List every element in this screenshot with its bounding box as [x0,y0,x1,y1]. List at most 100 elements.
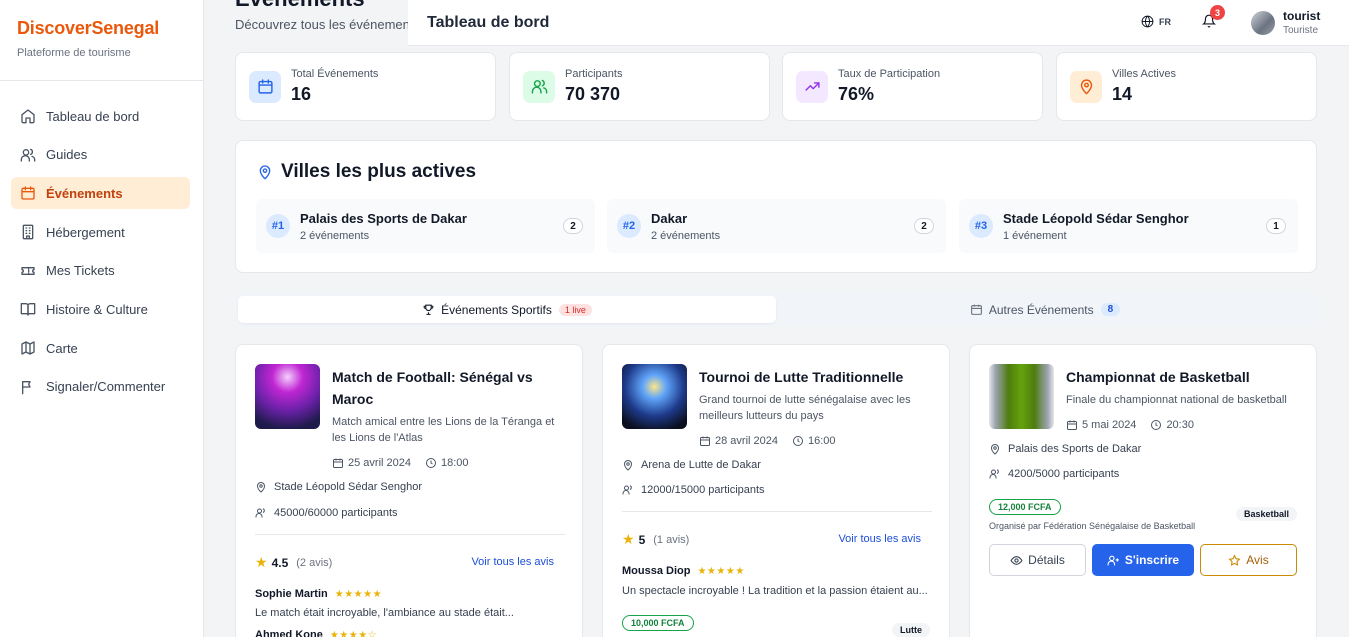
sidebar-item-label: Guides [46,147,88,163]
count-badge: 8 [1100,303,1121,316]
brand: DiscoverSenegal Plateforme de tourisme [0,0,203,81]
event-image[interactable] [622,364,687,429]
participants-text: 4200/5000 participants [1008,468,1120,480]
sidebar-item-signaler-commenter[interactable]: Signaler/Commenter [11,371,190,403]
review-stars: ★★★★★ [334,588,383,600]
trending-up-icon [804,82,820,91]
event-date: 25 avril 2024 [348,457,411,469]
event-image[interactable] [989,364,1054,429]
button-label: Avis [1246,553,1269,567]
stat-label: Taux de Participation [838,68,941,80]
map-pin-icon [256,482,266,493]
notification-badge: 3 [1210,5,1225,20]
avatar [1251,10,1275,35]
sidebar-item-tableau-de-bord[interactable]: Tableau de bord [11,100,190,132]
sidebar-item-carte[interactable]: Carte [11,332,190,364]
review-author: Moussa Diop ★★★★★ [622,565,745,577]
sidebar-item-mes-tickets[interactable]: Mes Tickets [11,255,190,287]
category-badge: Basketball [1235,507,1297,521]
review-text: Le match était incroyable, l'ambiance au… [255,607,514,619]
event-card: Championnat de Basketball Finale du cham… [969,344,1317,637]
city-item[interactable]: #2 Dakar 2 événements 2 [607,199,946,253]
price-badge: 10,000 FCFA [622,615,694,631]
user-menu[interactable]: tourist Touriste [1251,9,1320,36]
divider [622,511,932,512]
event-datetime: 25 avril 2024 18:00 [332,452,567,474]
event-card: Match de Football: Sénégal vs Maroc Matc… [235,344,583,637]
tab-label: Autres Événements [988,302,1094,317]
divider [255,534,565,535]
city-item[interactable]: #1 Palais des Sports de Dakar 2 événemen… [256,199,595,253]
stat-label: Villes Actives [1112,68,1176,80]
event-image[interactable] [255,364,320,429]
city-name: Dakar [651,210,688,226]
notifications-button[interactable]: 3 [1201,5,1225,30]
brand-title[interactable]: DiscoverSenegal [17,18,186,39]
user-role: Touriste [1283,25,1319,36]
building-icon [22,224,34,240]
button-label: S'inscrire [1124,553,1180,567]
map-pin-icon [259,165,271,180]
city-events-count: 2 événements [651,229,721,242]
calendar-icon [21,186,35,201]
see-all-reviews-link[interactable]: Voir tous les avis [471,556,554,568]
event-time: 20:30 [1166,419,1194,431]
map-pin-icon [1080,79,1092,95]
calendar-icon [333,458,343,468]
event-venue: Arena de Lutte de Dakar [622,459,761,471]
eye-icon [1010,555,1023,565]
register-button[interactable]: S'inscrire [1092,544,1194,576]
review-author-name: Moussa Diop [622,565,691,577]
top-header: Tableau de bord FR 3 tourist Touriste [408,0,1349,46]
sidebar-item-histoire-culture[interactable]: Histoire & Culture [11,293,190,325]
stat-value: 14 [1112,84,1133,104]
review-text: Un spectacle incroyable ! La tradition e… [622,585,928,597]
page-subtitle: Découvrez tous les événements [235,17,420,32]
star-icon [1228,553,1241,566]
venue-text: Palais des Sports de Dakar [1008,443,1142,455]
tab-other-events[interactable]: Autres Événements 8 [776,296,1314,323]
calendar-icon [700,436,710,446]
stat-icon-wrap [523,70,555,103]
map-icon [21,341,35,355]
sidebar-item-label: Événements [46,185,123,201]
venue-text: Arena de Lutte de Dakar [641,459,761,471]
event-datetime: 28 avril 2024 16:00 [699,430,934,452]
sidebar-item-guides[interactable]: Guides [11,139,190,171]
see-all-reviews-link[interactable]: Voir tous les avis [838,533,921,545]
event-time: 18:00 [441,457,469,469]
review-author: Sophie Martin ★★★★★ [255,588,382,600]
language-switcher[interactable]: FR [1141,15,1171,28]
event-participants: 45000/60000 participants [255,507,398,519]
page-title: Événements [235,0,365,12]
clock-icon [426,458,436,468]
details-button[interactable]: Détails [989,544,1086,576]
stat-value: 16 [291,84,312,104]
review-author: Ahmed Kone ★★★★☆ [255,629,377,637]
events-tabs: Événements Sportifs 1 live Autres Événem… [235,293,1317,326]
ticket-icon [21,266,35,275]
stat-card-participants: Participants 70 370 [509,52,770,121]
review-button[interactable]: Avis [1200,544,1297,576]
organizer-text: Organisé par Fédération Sénégalaise de B… [989,521,1196,531]
sidebar-item-evenements[interactable]: Événements [11,177,190,210]
venue-text: Stade Léopold Sédar Senghor [274,481,423,493]
event-title: Championnat de Basketball Finale du cham… [1066,366,1301,436]
stat-label: Total Événements [291,68,379,80]
review-stars: ★★★★★ [697,565,745,577]
event-time: 16:00 [808,435,836,447]
city-item[interactable]: #3 Stade Léopold Sédar Senghor 1 événeme… [959,199,1298,253]
event-description: Match amical entre les Lions de la Téran… [332,416,555,444]
sidebar-item-label: Histoire & Culture [46,301,148,317]
stat-icon-wrap [1070,70,1102,103]
stat-card-participation-rate: Taux de Participation 76% [782,52,1043,121]
clock-icon [1151,420,1162,430]
review-author-name: Sophie Martin [255,588,328,600]
active-cities-title: Villes les plus actives [257,161,476,183]
star-icon: ★ [255,554,268,570]
header-title: Tableau de bord [427,13,550,31]
users-icon [255,508,265,518]
review-author-name: Ahmed Kone [255,629,323,637]
sidebar-item-hebergement[interactable]: Hébergement [11,216,190,248]
tab-sports-events[interactable]: Événements Sportifs 1 live [238,296,776,323]
